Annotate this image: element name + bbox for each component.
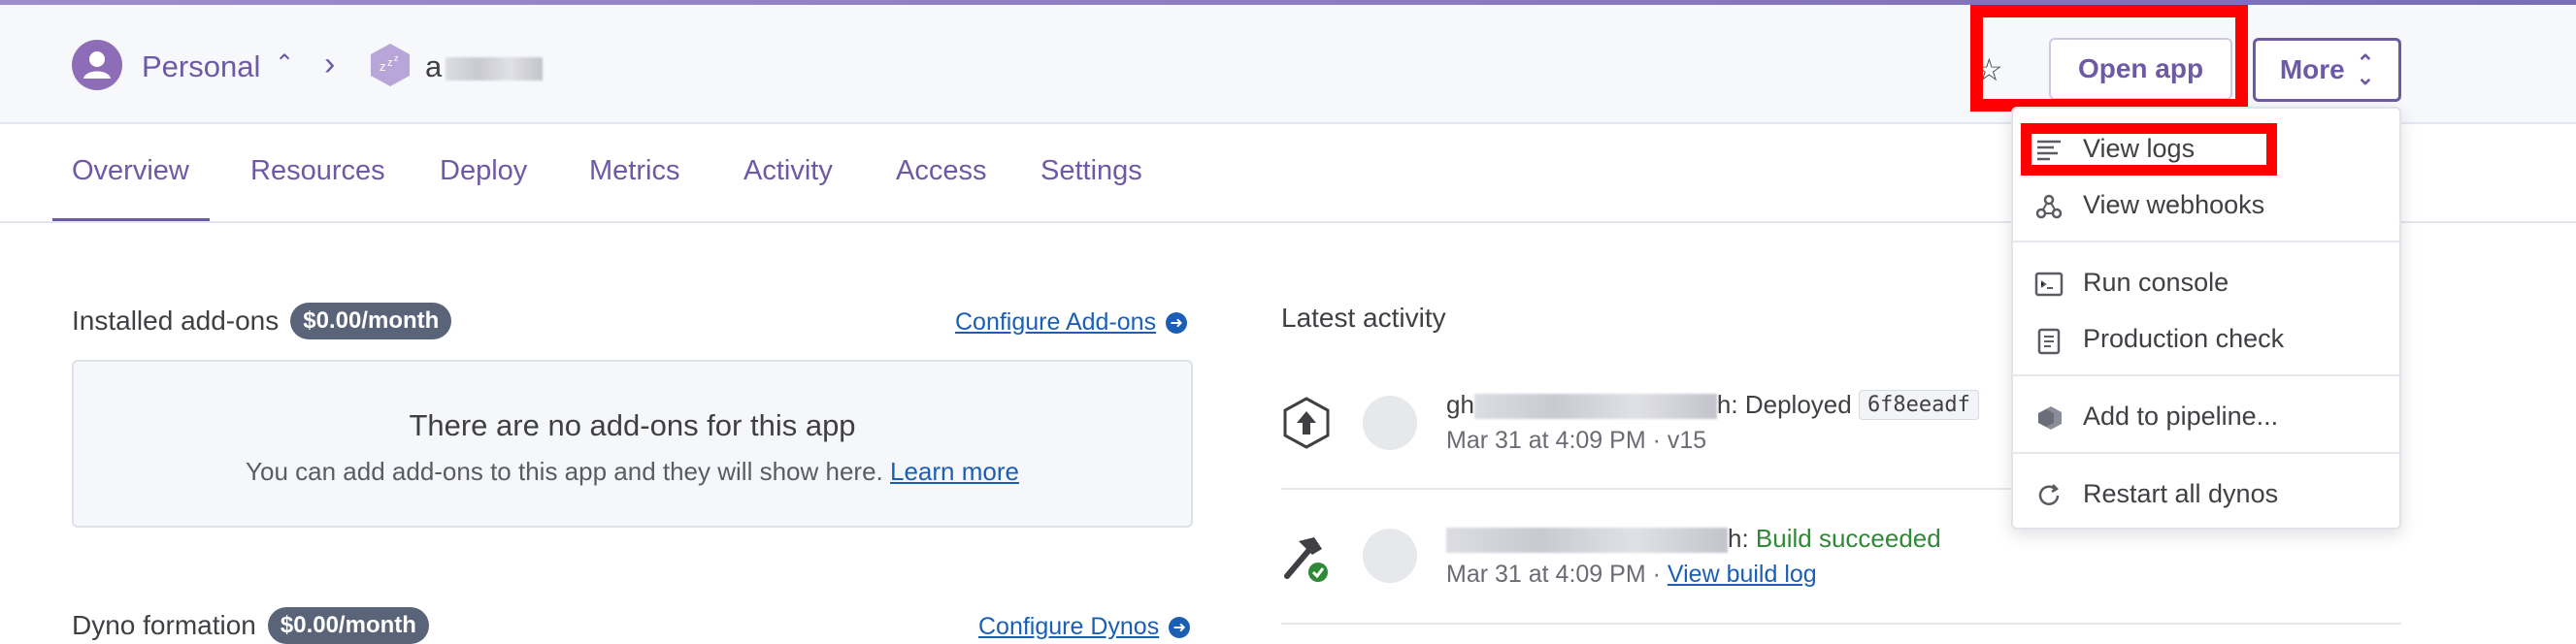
breadcrumb-account[interactable]: Personal bbox=[142, 49, 260, 84]
menu-item-view-webhooks[interactable]: View webhooks bbox=[2013, 180, 2399, 231]
addons-empty-desc: You can add add-ons to this app and they… bbox=[246, 457, 1019, 486]
dynos-cost-badge: $0.00/month bbox=[267, 607, 429, 644]
account-switcher-icon[interactable]: ⌃ bbox=[275, 49, 294, 78]
activity-build-meta: Mar 31 at 4:09 PM · View build log bbox=[1446, 561, 1817, 588]
clipboard-icon bbox=[2037, 328, 2061, 355]
app-sleeping-icon: z z z bbox=[371, 44, 410, 86]
breadcrumb-chevron-icon: › bbox=[324, 46, 336, 82]
arrow-right-circle-icon: ➜ bbox=[1169, 617, 1191, 639]
user-avatar bbox=[1363, 396, 1417, 450]
commit-hash[interactable]: 6f8eeadf bbox=[1858, 390, 1979, 420]
console-icon bbox=[2034, 272, 2064, 297]
configure-addons-link[interactable]: Configure Add-ons ➜ bbox=[955, 308, 1188, 337]
menu-item-restart-dynos[interactable]: Restart all dynos bbox=[2013, 469, 2399, 520]
deploy-icon bbox=[1283, 397, 1330, 449]
breadcrumb-app-name[interactable]: a bbox=[425, 49, 544, 84]
restart-icon bbox=[2038, 484, 2060, 505]
tab-resources[interactable]: Resources bbox=[250, 155, 385, 187]
latest-activity-heading: Latest activity bbox=[1281, 303, 1446, 333]
highlight-open-app bbox=[1970, 5, 2248, 112]
user-icon bbox=[74, 42, 120, 88]
active-tab-indicator bbox=[52, 218, 210, 221]
view-build-log-link[interactable]: View build log bbox=[1668, 561, 1817, 588]
tab-metrics[interactable]: Metrics bbox=[589, 155, 679, 187]
tab-overview[interactable]: Overview bbox=[72, 155, 189, 187]
tab-deploy[interactable]: Deploy bbox=[440, 155, 527, 187]
webhooks-icon bbox=[2035, 194, 2063, 219]
account-avatar[interactable] bbox=[72, 40, 122, 90]
tab-settings[interactable]: Settings bbox=[1040, 155, 1142, 187]
addons-cost-badge: $0.00/month bbox=[290, 303, 452, 339]
activity-divider bbox=[1281, 623, 2401, 625]
tab-activity[interactable]: Activity bbox=[743, 155, 833, 187]
more-chevron-icon: ⌃ ⌄ bbox=[2356, 49, 2375, 89]
user-avatar bbox=[1363, 529, 1417, 583]
menu-item-add-to-pipeline[interactable]: Add to pipeline... bbox=[2013, 392, 2399, 442]
addons-empty-title: There are no add-ons for this app bbox=[409, 408, 856, 442]
build-hammer-icon bbox=[1284, 537, 1328, 582]
addons-empty-state: There are no add-ons for this app You ca… bbox=[72, 360, 1193, 528]
more-button[interactable]: More ⌃ ⌄ bbox=[2253, 38, 2401, 102]
activity-deploy-meta: Mar 31 at 4:09 PM · v15 bbox=[1446, 427, 1707, 454]
svg-text:z: z bbox=[387, 57, 393, 69]
arrow-right-circle-icon: ➜ bbox=[1166, 312, 1188, 335]
tab-access[interactable]: Access bbox=[896, 155, 986, 187]
activity-deploy-line: gh h: Deployed 6f8eeadf bbox=[1446, 390, 1979, 420]
menu-item-run-console[interactable]: Run console bbox=[2013, 258, 2399, 308]
menu-item-production-check[interactable]: Production check bbox=[2013, 314, 2399, 365]
svg-text:z: z bbox=[394, 53, 399, 63]
menu-divider bbox=[2013, 241, 2399, 242]
addons-heading: Installed add-ons $0.00/month bbox=[72, 303, 452, 339]
menu-divider bbox=[2013, 452, 2399, 454]
svg-text:z: z bbox=[380, 59, 386, 74]
pipeline-icon bbox=[2038, 406, 2062, 430]
dyno-formation-heading: Dyno formation $0.00/month bbox=[72, 607, 429, 644]
configure-dynos-link[interactable]: Configure Dynos ➜ bbox=[978, 613, 1191, 641]
learn-more-link[interactable]: Learn more bbox=[890, 457, 1019, 486]
highlight-view-logs bbox=[2021, 123, 2277, 176]
menu-divider bbox=[2013, 374, 2399, 376]
activity-build-line: h: Build succeeded bbox=[1446, 524, 1941, 554]
